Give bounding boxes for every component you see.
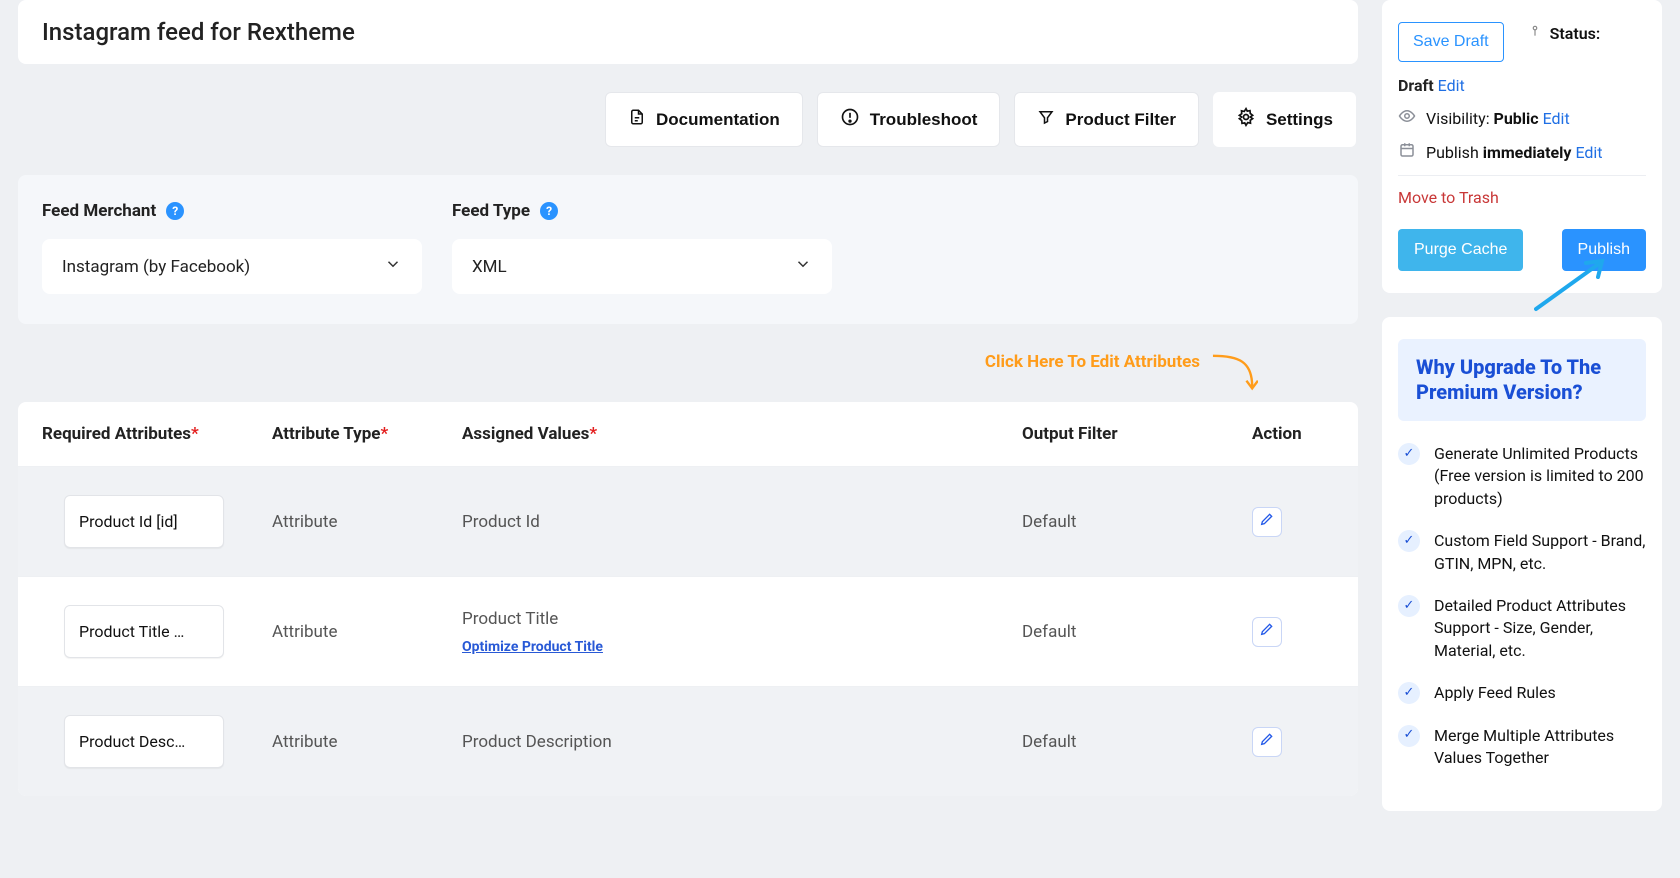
documentation-button[interactable]: Documentation	[605, 92, 803, 147]
publish-button[interactable]: Publish	[1562, 229, 1646, 271]
check-icon: ✓	[1398, 443, 1420, 465]
visibility-row: Visibility: Public Edit	[1398, 107, 1646, 129]
col-action: Action	[1228, 402, 1358, 466]
pencil-icon	[1259, 731, 1275, 752]
edit-publish-time-link[interactable]: Edit	[1575, 143, 1602, 162]
table-header-row: Required Attributes* Attribute Type* Ass…	[18, 402, 1358, 466]
attribute-type-value: Attribute	[248, 488, 438, 556]
col-assigned-values: Assigned Values*	[438, 402, 998, 466]
col-required-attributes: Required Attributes*	[18, 402, 248, 466]
feed-type-label: Feed Type ?	[452, 201, 832, 221]
visibility-value: Public	[1494, 109, 1539, 128]
help-icon[interactable]: ?	[540, 202, 558, 220]
publish-time-row: Publish immediately Edit	[1398, 141, 1646, 163]
attributes-table: Required Attributes* Attribute Type* Ass…	[18, 402, 1358, 796]
calendar-icon	[1398, 141, 1416, 163]
promo-box: Why Upgrade To The Premium Version? ✓Gen…	[1382, 317, 1662, 811]
move-to-trash-link[interactable]: Move to Trash	[1398, 188, 1499, 207]
promo-item: ✓Apply Feed Rules	[1398, 682, 1646, 704]
save-draft-button[interactable]: Save Draft	[1398, 22, 1504, 62]
status-row: Status:	[1528, 22, 1601, 44]
feed-type-value: XML	[472, 257, 507, 277]
attribute-name-chip[interactable]: Product Title …	[64, 605, 224, 658]
check-icon: ✓	[1398, 595, 1420, 617]
attribute-name-chip[interactable]: Product Desc…	[64, 715, 224, 768]
edit-attributes-text[interactable]: Click Here To Edit Attributes	[985, 352, 1200, 372]
promo-item: ✓Custom Field Support - Brand, GTIN, MPN…	[1398, 530, 1646, 575]
filter-icon	[1037, 108, 1055, 131]
optimize-title-link[interactable]: Optimize Product Title	[462, 639, 974, 655]
assigned-value: Product Title	[462, 609, 558, 629]
troubleshoot-button[interactable]: Troubleshoot	[817, 92, 1001, 147]
promo-heading: Why Upgrade To The Premium Version?	[1398, 339, 1646, 421]
product-filter-button[interactable]: Product Filter	[1014, 92, 1199, 147]
edit-row-button[interactable]	[1252, 617, 1282, 647]
product-filter-label: Product Filter	[1065, 110, 1176, 130]
assigned-value: Product Description	[438, 708, 998, 776]
edit-visibility-link[interactable]: Edit	[1543, 109, 1570, 128]
promo-item: ✓Merge Multiple Attributes Values Togeth…	[1398, 725, 1646, 770]
main-toolbar: Documentation Troubleshoot Product Filte…	[18, 92, 1358, 147]
col-attribute-type: Attribute Type*	[248, 402, 438, 466]
documentation-label: Documentation	[656, 110, 780, 130]
feed-merchant-value: Instagram (by Facebook)	[62, 257, 250, 277]
assigned-value: Product Id	[438, 488, 998, 556]
eye-icon	[1398, 107, 1416, 129]
feed-type-select[interactable]: XML	[452, 239, 832, 294]
feed-merchant-select[interactable]: Instagram (by Facebook)	[42, 239, 422, 294]
divider	[1398, 175, 1646, 176]
check-icon: ✓	[1398, 725, 1420, 747]
table-row: Product Desc… Attribute Product Descript…	[18, 686, 1358, 796]
settings-label: Settings	[1266, 110, 1333, 130]
edit-status-link[interactable]: Edit	[1438, 76, 1465, 95]
edit-row-button[interactable]	[1252, 727, 1282, 757]
feed-merchant-label: Feed Merchant ?	[42, 201, 422, 221]
edit-attributes-cta: Click Here To Edit Attributes	[18, 352, 1358, 400]
alert-icon	[840, 107, 860, 132]
gear-icon	[1236, 107, 1256, 132]
pin-icon	[1528, 22, 1542, 44]
purge-cache-button[interactable]: Purge Cache	[1398, 229, 1523, 271]
table-row: Product Title … Attribute Product Title …	[18, 576, 1358, 686]
output-filter-value: Default	[998, 598, 1228, 666]
chevron-down-icon	[794, 255, 812, 278]
troubleshoot-label: Troubleshoot	[870, 110, 978, 130]
curved-arrow-icon	[1210, 352, 1258, 400]
feed-config-card: Feed Merchant ? Instagram (by Facebook) …	[18, 175, 1358, 324]
document-icon	[628, 107, 646, 132]
chevron-down-icon	[384, 255, 402, 278]
output-filter-value: Default	[998, 488, 1228, 556]
publish-time-value: immediately	[1483, 143, 1572, 162]
promo-item: ✓Detailed Product Attributes Support - S…	[1398, 595, 1646, 662]
publish-box: Save Draft Status: Draft Edit	[1382, 0, 1662, 293]
edit-row-button[interactable]	[1252, 507, 1282, 537]
col-output-filter: Output Filter	[998, 402, 1228, 466]
promo-item: ✓Generate Unlimited Products (Free versi…	[1398, 443, 1646, 510]
page-title: Instagram feed for Rextheme	[18, 0, 1358, 64]
status-value: Draft	[1398, 76, 1434, 95]
pencil-icon	[1259, 621, 1275, 642]
check-icon: ✓	[1398, 682, 1420, 704]
promo-list: ✓Generate Unlimited Products (Free versi…	[1398, 443, 1646, 769]
pencil-icon	[1259, 511, 1275, 532]
check-icon: ✓	[1398, 530, 1420, 552]
attribute-name-chip[interactable]: Product Id [id]	[64, 495, 224, 548]
help-icon[interactable]: ?	[166, 202, 184, 220]
output-filter-value: Default	[998, 708, 1228, 776]
attribute-type-value: Attribute	[248, 708, 438, 776]
attribute-type-value: Attribute	[248, 598, 438, 666]
table-row: Product Id [id] Attribute Product Id Def…	[18, 466, 1358, 576]
settings-button[interactable]: Settings	[1213, 92, 1356, 147]
